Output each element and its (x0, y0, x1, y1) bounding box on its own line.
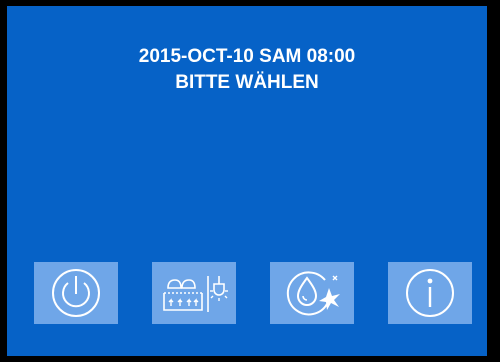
function-button-row (34, 262, 474, 324)
prompt-text: BITTE WÄHLEN (175, 72, 319, 93)
hood-light-button[interactable] (152, 262, 236, 324)
hood-light-icon (163, 276, 228, 312)
power-icon (52, 269, 100, 317)
power-button[interactable] (34, 262, 118, 324)
water-drop-clean-icon (286, 271, 340, 316)
control-panel-screen: 2015-OCT-10 SAM 08:00 BITTE WÄHLEN (7, 6, 487, 356)
datetime-text: 2015-OCT-10 SAM 08:00 (138, 46, 356, 67)
info-icon (406, 269, 454, 317)
clean-button[interactable] (270, 262, 354, 324)
status-header: 2015-OCT-10 SAM 08:00 BITTE WÄHLEN (7, 44, 487, 96)
info-button[interactable] (388, 262, 472, 324)
